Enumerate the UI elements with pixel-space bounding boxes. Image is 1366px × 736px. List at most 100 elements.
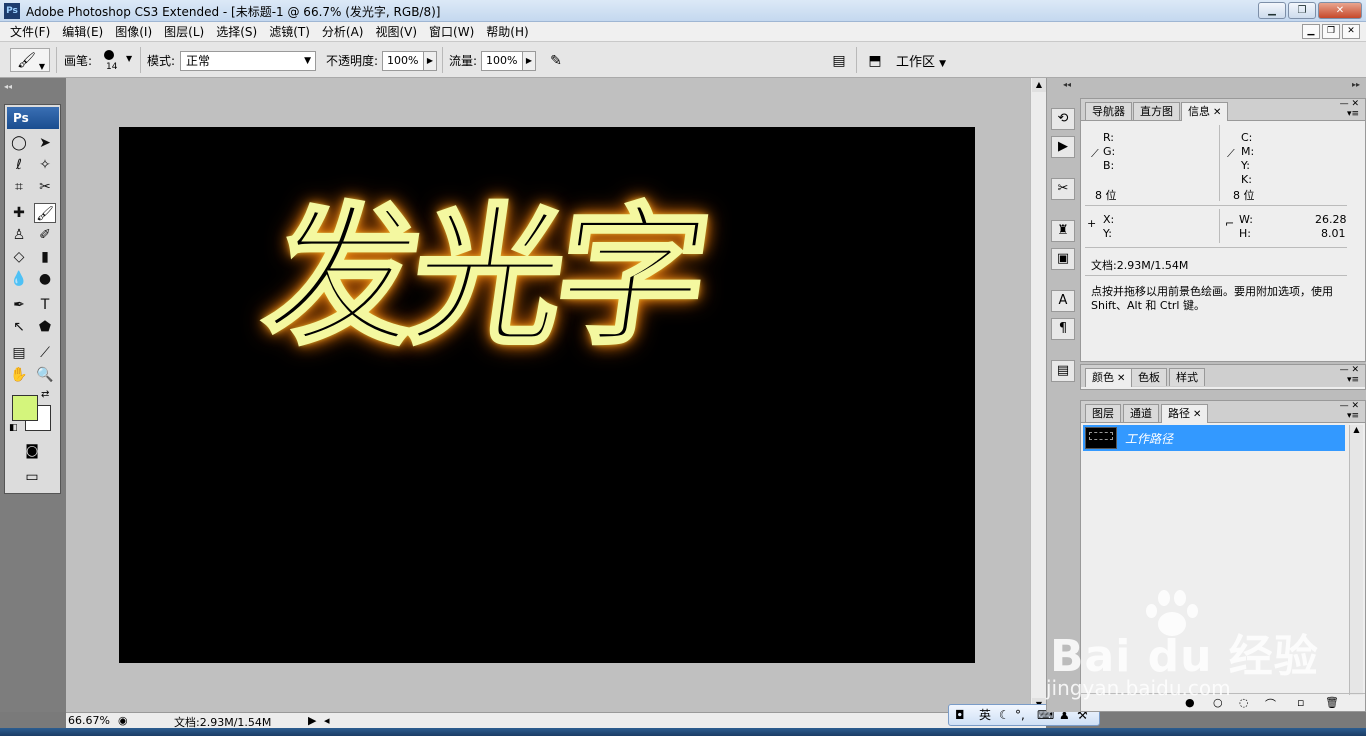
panel-menu-icon[interactable]: — ✕ ▾≡ [1340, 401, 1359, 421]
history-brush-tool-icon[interactable]: ✐ [34, 225, 56, 245]
minimize-button[interactable]: ▁ [1258, 2, 1286, 19]
marquee-tool-icon[interactable]: ◯ [8, 133, 30, 153]
actions-panel-icon[interactable]: ▶ [1051, 136, 1075, 158]
doc-close-button[interactable]: ✕ [1342, 24, 1360, 39]
punctuation-icon[interactable]: °, [1015, 705, 1025, 725]
workspace-menu[interactable]: 工作区 ▼ [896, 51, 946, 70]
path-row[interactable]: 工作路径 [1083, 425, 1345, 451]
zoom-tool-icon[interactable]: 🔍 [34, 365, 56, 385]
tool-presets-panel-icon[interactable]: ✂ [1051, 178, 1075, 200]
close-button[interactable]: ✕ [1318, 2, 1362, 19]
tool-preset-picker[interactable]: 🖌 ▼ [10, 48, 50, 72]
close-icon[interactable]: ✕ [1213, 107, 1221, 118]
airbrush-icon[interactable]: ✎ [545, 51, 567, 71]
moon-icon[interactable]: ☾ [999, 705, 1010, 725]
dodge-tool-icon[interactable]: ● [34, 269, 56, 289]
zoom-level[interactable]: 66.67% [68, 714, 110, 727]
slice-tool-icon[interactable]: ✂ [34, 177, 56, 197]
tab-styles[interactable]: 样式 [1169, 368, 1205, 386]
panel-scrollbar[interactable]: ▲ [1349, 425, 1363, 695]
crop-tool-icon[interactable]: ⌗ [8, 177, 30, 197]
panel-menu-icon[interactable]: — ✕ ▾≡ [1340, 365, 1359, 385]
status-icon[interactable]: ◉ [118, 714, 128, 727]
brushes-panel-icon[interactable]: ♜ [1051, 220, 1075, 242]
menu-help[interactable]: 帮助(H) [480, 24, 534, 40]
brush-picker-chevron-icon[interactable]: ▼ [126, 54, 132, 63]
eraser-tool-icon[interactable]: ◇ [8, 247, 30, 267]
tab-layers[interactable]: 图层 [1085, 404, 1121, 422]
menu-filter[interactable]: 滤镜(T) [263, 24, 316, 40]
selection-size-icon: ⌐ [1225, 217, 1235, 230]
lasso-tool-icon[interactable]: ℓ [8, 155, 30, 175]
gradient-tool-icon[interactable]: ▮ [34, 247, 56, 267]
hscroll-left-icon[interactable]: ◂ [324, 714, 330, 727]
flow-input[interactable]: 100% [481, 51, 523, 71]
healing-brush-tool-icon[interactable]: ✚ [8, 203, 30, 223]
h-value: 8.01 [1321, 227, 1346, 240]
menu-layer[interactable]: 图层(L) [158, 24, 210, 40]
screen-mode-icon[interactable]: ▭ [19, 469, 45, 489]
menu-edit[interactable]: 编辑(E) [56, 24, 109, 40]
clone-stamp-tool-icon[interactable]: ♙ [8, 225, 30, 245]
status-menu-arrow-icon[interactable]: ▶ [308, 714, 316, 727]
palette-toggle-icon[interactable]: ▤ [828, 51, 850, 71]
doc-restore-button[interactable]: ❐ [1322, 24, 1340, 39]
swap-colors-icon[interactable]: ⇄ [41, 389, 49, 400]
ime-lang[interactable]: 英 [979, 705, 991, 725]
tab-channels[interactable]: 通道 [1123, 404, 1159, 422]
close-icon[interactable]: ✕ [1117, 373, 1125, 384]
panel-menu-icon[interactable]: — ✕ ▾≡ [1340, 99, 1359, 119]
tab-navigator[interactable]: 导航器 [1085, 102, 1132, 120]
brush-preview-icon[interactable] [104, 50, 114, 60]
bridge-icon[interactable]: ⬒ [864, 51, 886, 71]
collapse-icon[interactable]: ◂◂ [4, 82, 60, 92]
quick-mask-icon[interactable]: ◙ [19, 443, 45, 463]
menu-window[interactable]: 窗口(W) [423, 24, 480, 40]
character-panel-icon[interactable]: A [1051, 290, 1075, 312]
canvas[interactable]: 发光字 [119, 127, 975, 663]
tab-paths[interactable]: 路径 ✕ [1161, 404, 1209, 423]
expand-icon[interactable]: ▸▸ [1352, 80, 1360, 89]
menu-file[interactable]: 文件(F) [4, 24, 56, 40]
ime-logo-icon[interactable]: ◘ [955, 705, 965, 725]
scroll-up-icon[interactable]: ▲ [1032, 78, 1046, 92]
eyedropper-tool-icon[interactable]: ⟋ [34, 343, 56, 363]
k-label: K: [1241, 173, 1252, 186]
opacity-slider-button[interactable]: ▶ [423, 51, 437, 71]
menu-view[interactable]: 视图(V) [369, 24, 423, 40]
paragraph-panel-icon[interactable]: ¶ [1051, 318, 1075, 340]
hand-tool-icon[interactable]: ✋ [8, 365, 30, 385]
path-selection-tool-icon[interactable]: ↖ [8, 317, 30, 337]
doc-minimize-button[interactable]: ▁ [1302, 24, 1320, 39]
mode-select[interactable]: 正常 ▼ [180, 51, 316, 71]
opacity-input[interactable]: 100% [382, 51, 424, 71]
panel-tabs: 图层 通道 路径 ✕ — ✕ ▾≡ [1081, 401, 1365, 423]
vertical-scrollbar[interactable]: ▲ ▼ [1030, 78, 1046, 712]
info-doc-size: 文档:2.93M/1.54M [1091, 259, 1189, 272]
move-tool-icon[interactable]: ➤ [34, 133, 56, 153]
menu-image[interactable]: 图像(I) [109, 24, 158, 40]
shape-tool-icon[interactable]: ⬟ [34, 317, 56, 337]
flow-slider-button[interactable]: ▶ [522, 51, 536, 71]
history-panel-icon[interactable]: ⟲ [1051, 108, 1075, 130]
notes-tool-icon[interactable]: ▤ [8, 343, 30, 363]
default-colors-icon[interactable]: ◧ [9, 423, 18, 433]
magic-wand-tool-icon[interactable]: ✧ [34, 155, 56, 175]
blur-tool-icon[interactable]: 💧 [8, 269, 30, 289]
menu-select[interactable]: 选择(S) [210, 24, 263, 40]
restore-button[interactable]: ❐ [1288, 2, 1316, 19]
layer-comps-panel-icon[interactable]: ▤ [1051, 360, 1075, 382]
close-icon[interactable]: ✕ [1193, 409, 1201, 420]
tab-color[interactable]: 颜色 ✕ [1085, 368, 1133, 387]
tab-info[interactable]: 信息 ✕ [1181, 102, 1229, 121]
clone-source-panel-icon[interactable]: ▣ [1051, 248, 1075, 270]
divider [140, 47, 141, 73]
brush-tool-icon[interactable]: 🖌 [34, 203, 56, 223]
collapse-icon[interactable]: ◂◂ [1063, 80, 1071, 89]
type-tool-icon[interactable]: T [34, 295, 56, 315]
tab-histogram[interactable]: 直方图 [1133, 102, 1180, 120]
pen-tool-icon[interactable]: ✒ [8, 295, 30, 315]
tab-swatches[interactable]: 色板 [1131, 368, 1167, 386]
foreground-color-swatch[interactable] [12, 395, 38, 421]
menu-analysis[interactable]: 分析(A) [316, 24, 370, 40]
